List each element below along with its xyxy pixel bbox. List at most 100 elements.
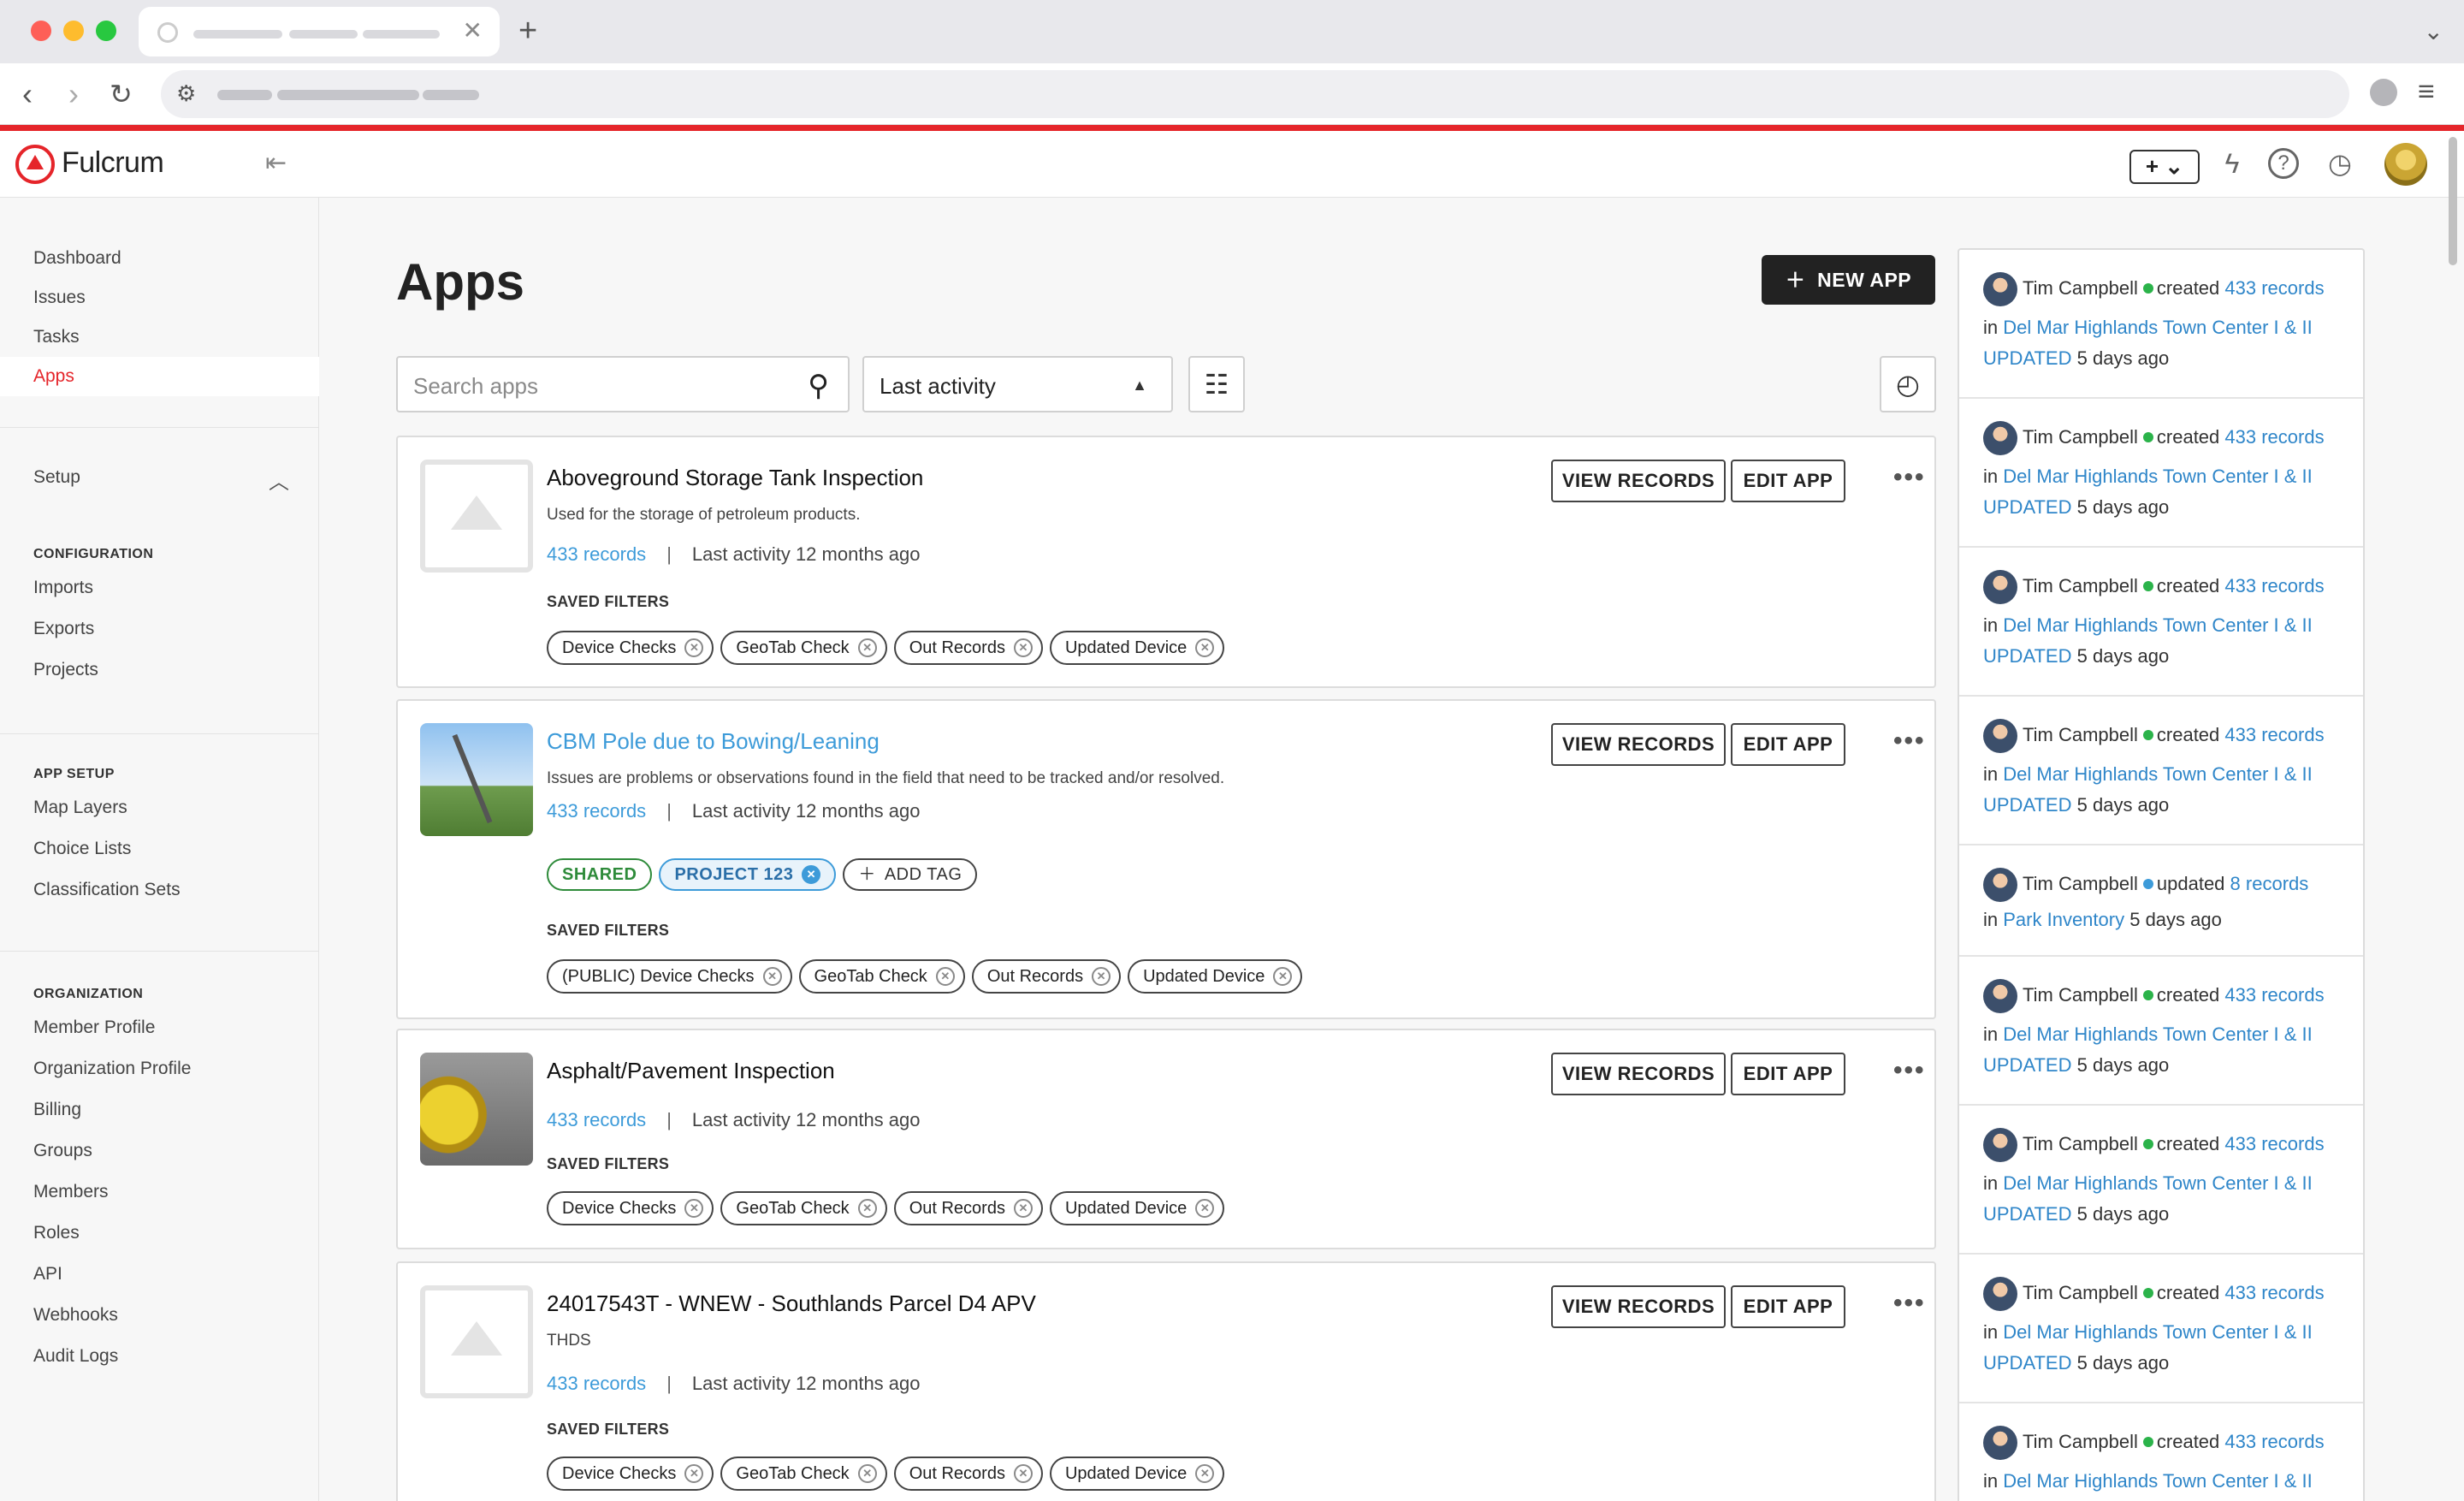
view-records-button[interactable]: VIEW RECORDS — [1551, 723, 1726, 766]
page-scrollbar[interactable] — [2449, 137, 2457, 265]
activity-records-link[interactable]: 8 records — [2230, 873, 2309, 894]
activity-avatar[interactable] — [1983, 1426, 2017, 1460]
activity-tag[interactable]: UPDATED — [1983, 645, 2072, 667]
remove-filter-icon[interactable]: ✕ — [1092, 967, 1111, 986]
app-name[interactable]: 24017543T - WNEW - Southlands Parcel D4 … — [547, 1290, 1036, 1317]
fulcrum-logo-icon[interactable] — [15, 145, 55, 184]
remove-filter-icon[interactable]: ✕ — [857, 1199, 877, 1218]
project-tag[interactable]: PROJECT 123 ✕ — [659, 858, 837, 891]
app-name[interactable]: Asphalt/Pavement Inspection — [547, 1058, 835, 1084]
history-button[interactable]: ◴ — [1880, 356, 1936, 412]
activity-avatar[interactable] — [1983, 421, 2017, 455]
view-records-button[interactable]: VIEW RECORDS — [1551, 460, 1726, 502]
sidebar-item-audit-logs[interactable]: Audit Logs — [0, 1337, 319, 1376]
activity-target-link[interactable]: Del Mar Highlands Town Center I & II — [2003, 466, 2313, 487]
activity-records-link[interactable]: 433 records — [2224, 984, 2324, 1006]
activity-user[interactable]: Tim Campbell — [2023, 1431, 2138, 1452]
browser-menu-icon[interactable]: ≡ — [2418, 75, 2435, 109]
sidebar-item-choice-lists[interactable]: Choice Lists — [0, 829, 319, 869]
activity-tag[interactable]: UPDATED — [1983, 1203, 2072, 1225]
filter-chip[interactable]: Updated Device ✕ — [1128, 959, 1303, 994]
new-app-button[interactable]: ＋ NEW APP — [1762, 255, 1935, 305]
new-tab-button[interactable]: + — [518, 12, 537, 50]
activity-target-link[interactable]: Del Mar Highlands Town Center I & II — [2003, 1321, 2313, 1343]
quick-create-dropdown[interactable]: + ⌄ — [2129, 150, 2200, 184]
records-link[interactable]: 433 records — [547, 1109, 646, 1130]
app-thumbnail-placeholder[interactable] — [420, 1285, 533, 1398]
remove-filter-icon[interactable]: ✕ — [1273, 967, 1293, 986]
records-link[interactable]: 433 records — [547, 800, 646, 822]
activity-avatar[interactable] — [1983, 979, 2017, 1013]
sidebar-item-issues[interactable]: Issues — [0, 278, 319, 317]
filter-chip[interactable]: GeoTab Check ✕ — [720, 1457, 887, 1491]
activity-records-link[interactable]: 433 records — [2224, 277, 2324, 299]
filter-chip[interactable]: GeoTab Check ✕ — [720, 1191, 887, 1225]
clock-icon[interactable]: ◷ — [2323, 146, 2357, 181]
activity-user[interactable]: Tim Campbell — [2023, 873, 2138, 894]
activity-user[interactable]: Tim Campbell — [2023, 1282, 2138, 1303]
filter-chip[interactable]: Out Records ✕ — [893, 1457, 1043, 1491]
remove-filter-icon[interactable]: ✕ — [1195, 1464, 1215, 1483]
filter-chip[interactable]: Device Checks ✕ — [547, 1191, 714, 1225]
activity-tag[interactable]: UPDATED — [1983, 347, 2072, 369]
remove-filter-icon[interactable]: ✕ — [935, 967, 955, 986]
activity-tag[interactable]: UPDATED — [1983, 496, 2072, 518]
activity-records-link[interactable]: 433 records — [2224, 426, 2324, 448]
more-options-icon[interactable]: ••• — [1893, 727, 1926, 756]
filter-chip[interactable]: Out Records ✕ — [971, 959, 1122, 994]
remove-filter-icon[interactable]: ✕ — [1013, 1464, 1033, 1483]
filter-chip[interactable]: Updated Device ✕ — [1049, 631, 1225, 665]
filter-chip[interactable]: Updated Device ✕ — [1049, 1191, 1225, 1225]
app-thumbnail-image[interactable] — [420, 1053, 533, 1166]
browser-tab[interactable]: ✕ — [139, 7, 500, 56]
reload-icon[interactable]: ↻ — [110, 77, 133, 111]
user-avatar[interactable] — [2384, 143, 2427, 186]
lightning-icon[interactable]: ϟ — [2215, 146, 2249, 181]
remove-filter-icon[interactable]: ✕ — [1013, 638, 1033, 657]
activity-avatar[interactable] — [1983, 272, 2017, 306]
edit-app-button[interactable]: EDIT APP — [1731, 1053, 1845, 1095]
activity-user[interactable]: Tim Campbell — [2023, 277, 2138, 299]
activity-avatar[interactable] — [1983, 1277, 2017, 1311]
more-options-icon[interactable]: ••• — [1893, 463, 1926, 492]
activity-records-link[interactable]: 433 records — [2224, 1431, 2324, 1452]
view-records-button[interactable]: VIEW RECORDS — [1551, 1053, 1726, 1095]
app-name[interactable]: Aboveground Storage Tank Inspection — [547, 465, 923, 491]
sidebar-item-roles[interactable]: Roles — [0, 1213, 319, 1253]
activity-target-link[interactable]: Del Mar Highlands Town Center I & II — [2003, 763, 2313, 785]
sidebar-item-organization-profile[interactable]: Organization Profile — [0, 1049, 319, 1089]
activity-target-link[interactable]: Del Mar Highlands Town Center I & II — [2003, 317, 2313, 338]
remove-filter-icon[interactable]: ✕ — [1195, 638, 1215, 657]
more-options-icon[interactable]: ••• — [1893, 1056, 1926, 1085]
sidebar-item-groups[interactable]: Groups — [0, 1131, 319, 1171]
activity-records-link[interactable]: 433 records — [2224, 724, 2324, 745]
sidebar-item-member-profile[interactable]: Member Profile — [0, 1008, 319, 1047]
sidebar-item-apps[interactable]: Apps — [0, 357, 319, 396]
edit-app-button[interactable]: EDIT APP — [1731, 1285, 1845, 1328]
activity-tag[interactable]: UPDATED — [1983, 794, 2072, 816]
remove-filter-icon[interactable]: ✕ — [684, 638, 704, 657]
browser-profile-icon[interactable] — [2370, 79, 2397, 106]
filter-chip[interactable]: (PUBLIC) Device Checks ✕ — [547, 959, 792, 994]
brand-name[interactable]: Fulcrum — [62, 146, 164, 180]
more-options-icon[interactable]: ••• — [1893, 1289, 1926, 1318]
window-minimize-button[interactable] — [63, 21, 84, 41]
tab-list-chevron-icon[interactable]: ⌄ — [2424, 17, 2443, 45]
remove-tag-icon[interactable]: ✕ — [802, 865, 821, 884]
records-link[interactable]: 433 records — [547, 1373, 646, 1394]
activity-user[interactable]: Tim Campbell — [2023, 984, 2138, 1006]
sidebar-item-classification-sets[interactable]: Classification Sets — [0, 870, 319, 910]
forward-arrow-icon[interactable]: › — [68, 77, 79, 111]
sort-select[interactable]: Last activity ▲ — [862, 356, 1173, 412]
activity-target-link[interactable]: Del Mar Highlands Town Center I & II — [2003, 1470, 2313, 1492]
filter-sliders-button[interactable]: ☷ — [1188, 356, 1245, 412]
sidebar-item-webhooks[interactable]: Webhooks — [0, 1296, 319, 1335]
address-bar[interactable]: ⚙ — [161, 70, 2349, 118]
remove-filter-icon[interactable]: ✕ — [857, 638, 877, 657]
activity-avatar[interactable] — [1983, 570, 2017, 604]
filter-chip[interactable]: Device Checks ✕ — [547, 631, 714, 665]
window-zoom-button[interactable] — [96, 21, 116, 41]
add-tag-button[interactable]: ＋ ADD TAG — [843, 858, 978, 891]
activity-user[interactable]: Tim Campbell — [2023, 1133, 2138, 1154]
filter-chip[interactable]: GeoTab Check ✕ — [798, 959, 965, 994]
